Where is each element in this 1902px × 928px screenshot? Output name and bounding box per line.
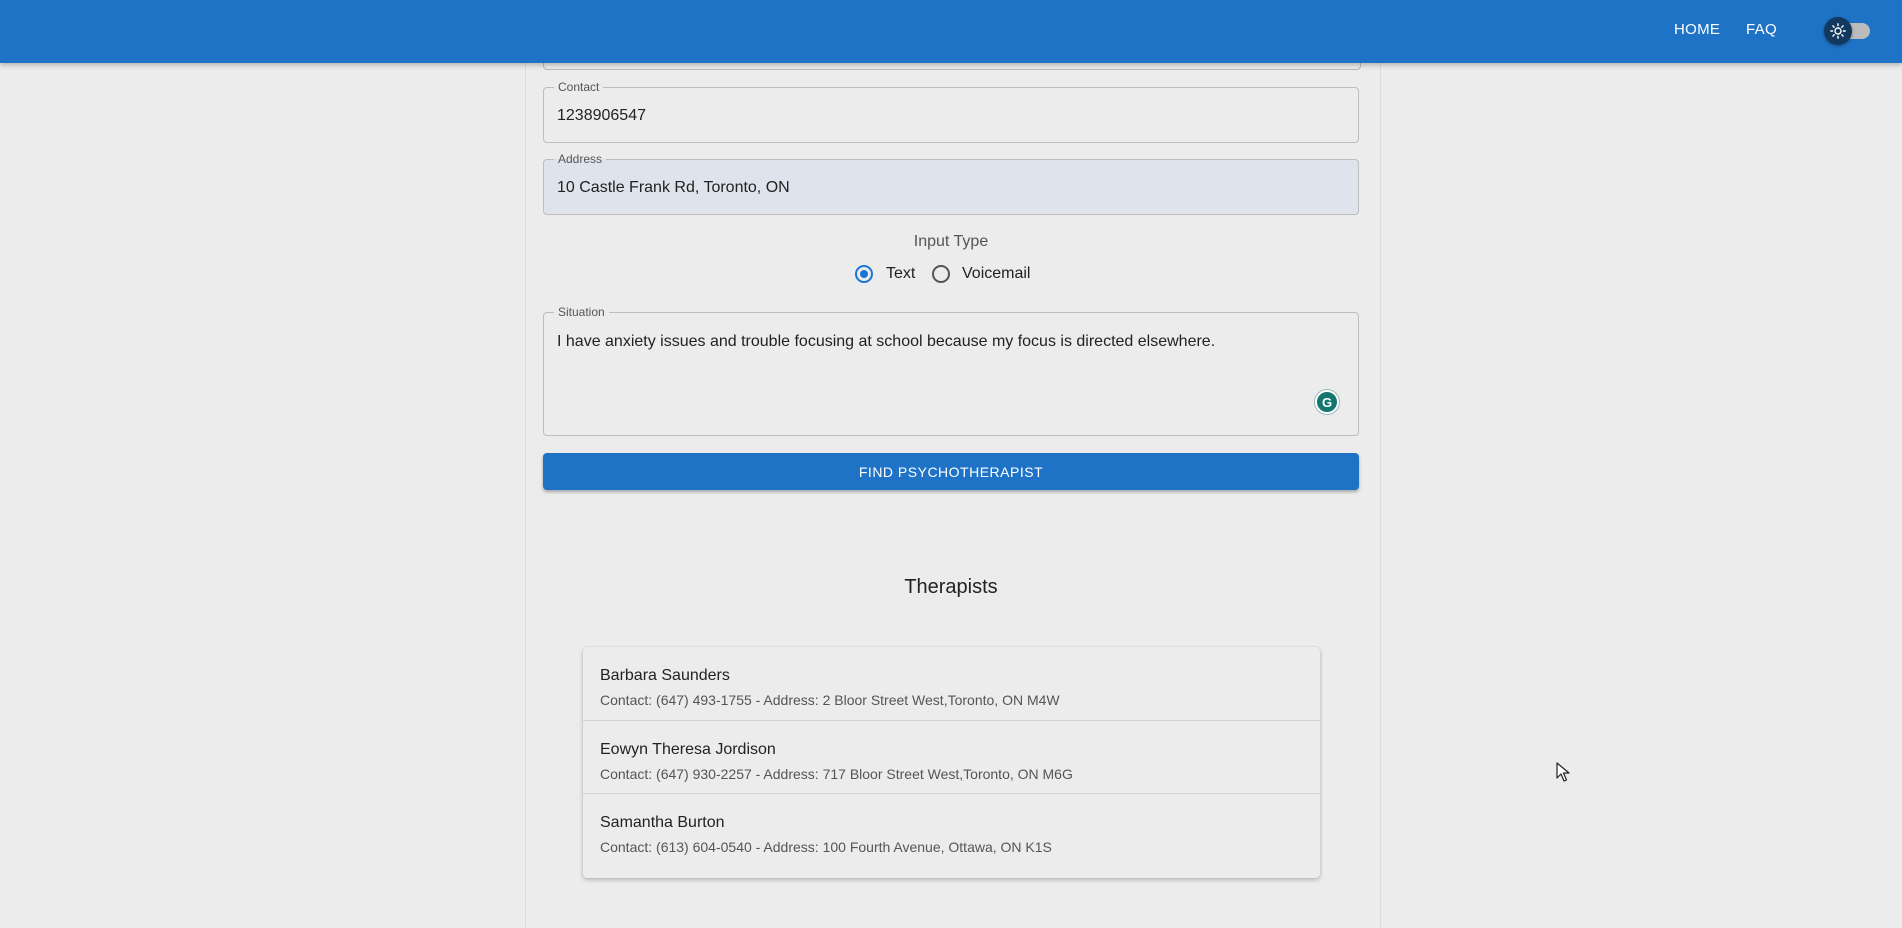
therapist-item[interactable]: Eowyn Theresa Jordison Contact: (647) 93…: [583, 720, 1320, 793]
situation-value[interactable]: I have anxiety issues and trouble focusi…: [557, 333, 1215, 351]
contact-label: Contact: [554, 80, 604, 94]
therapist-detail: Contact: (613) 604-0540 - Address: 100 F…: [600, 839, 1052, 855]
situation-field[interactable]: Situation I have anxiety issues and trou…: [543, 305, 1359, 436]
therapist-name: Samantha Burton: [600, 814, 725, 831]
address-value[interactable]: 10 Castle Frank Rd, Toronto, ON: [557, 179, 790, 197]
theme-toggle[interactable]: [1824, 17, 1874, 45]
address-label: Address: [554, 152, 607, 166]
radio-voicemail-label[interactable]: Voicemail: [962, 265, 1030, 283]
therapist-list: Barbara Saunders Contact: (647) 493-1755…: [583, 647, 1320, 878]
grammarly-icon[interactable]: G: [1315, 390, 1339, 414]
nav-faq-link[interactable]: FAQ: [1746, 21, 1777, 38]
therapist-name: Eowyn Theresa Jordison: [600, 741, 776, 758]
radio-voicemail[interactable]: [932, 265, 950, 283]
find-psychotherapist-button[interactable]: FIND PSYCHOTHERAPIST: [543, 453, 1359, 490]
app-bar: HOME FAQ: [0, 0, 1902, 63]
therapist-name: Barbara Saunders: [600, 667, 730, 684]
input-type-label: Input Type: [913, 233, 989, 250]
therapist-item[interactable]: Barbara Saunders Contact: (647) 493-1755…: [583, 647, 1320, 720]
sun-icon: [1830, 23, 1846, 39]
therapists-title: Therapists: [904, 576, 998, 598]
nav-home-link[interactable]: HOME: [1674, 21, 1720, 38]
therapist-detail: Contact: (647) 493-1755 - Address: 2 Blo…: [600, 692, 1060, 708]
toggle-thumb[interactable]: [1824, 17, 1852, 45]
contact-field[interactable]: Contact 1238906547: [543, 80, 1359, 143]
radio-text[interactable]: [855, 265, 873, 283]
therapist-item[interactable]: Samantha Burton Contact: (613) 604-0540 …: [583, 793, 1320, 866]
situation-label: Situation: [554, 305, 609, 319]
address-field[interactable]: Address 10 Castle Frank Rd, Toronto, ON: [543, 152, 1359, 215]
therapist-detail: Contact: (647) 930-2257 - Address: 717 B…: [600, 766, 1073, 782]
mouse-cursor-icon: [1556, 762, 1570, 782]
radio-text-label[interactable]: Text: [886, 265, 915, 283]
contact-value[interactable]: 1238906547: [557, 107, 646, 125]
